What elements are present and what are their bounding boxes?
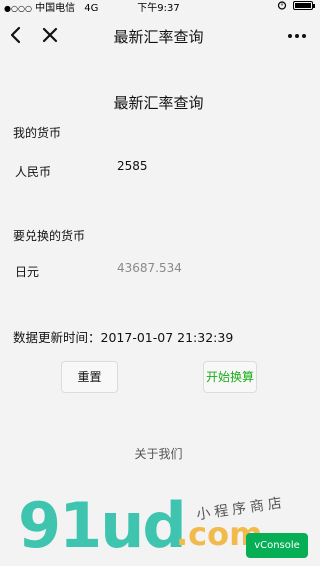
page-title: 最新汇率查询	[113, 94, 204, 112]
my-currency-select[interactable]: 人民币	[15, 163, 51, 180]
nav-title: 最新汇率查询	[113, 28, 204, 46]
update-time-row: 数据更新时间：2017-01-07 21:32:39	[13, 327, 233, 346]
update-time-label: 数据更新时间：	[13, 330, 101, 345]
target-currency-label: 要兑换的货币	[13, 229, 86, 243]
screen: ●○○○ 中国电信 4G 下午9:37 最新汇率查询 最新汇率查询 我的货币 人…	[0, 0, 317, 566]
target-currency-select[interactable]: 日元	[15, 263, 39, 280]
navigation-bar: 最新汇率查询	[0, 18, 317, 54]
status-bar: ●○○○ 中国电信 4G 下午9:37	[0, 0, 317, 18]
my-currency-label: 我的货币	[13, 126, 62, 140]
vconsole-button[interactable]: vConsole	[246, 533, 308, 558]
watermark-logo-text: 91ud	[18, 489, 187, 562]
convert-button[interactable]: 开始换算	[203, 361, 257, 393]
about-us-link[interactable]: 关于我们	[0, 445, 317, 462]
target-currency-amount: 43687.534	[117, 261, 182, 275]
update-time-value: 2017-01-07 21:32:39	[100, 330, 234, 345]
status-time: 下午9:37	[137, 3, 180, 14]
my-currency-amount-input[interactable]: 2585	[117, 159, 148, 173]
battery-icon	[293, 0, 315, 10]
more-icon[interactable]	[287, 32, 307, 40]
alarm-icon	[277, 1, 287, 10]
reset-button[interactable]: 重置	[61, 361, 118, 393]
watermark-logo: 91ud	[18, 489, 187, 562]
status-right	[277, 0, 315, 10]
